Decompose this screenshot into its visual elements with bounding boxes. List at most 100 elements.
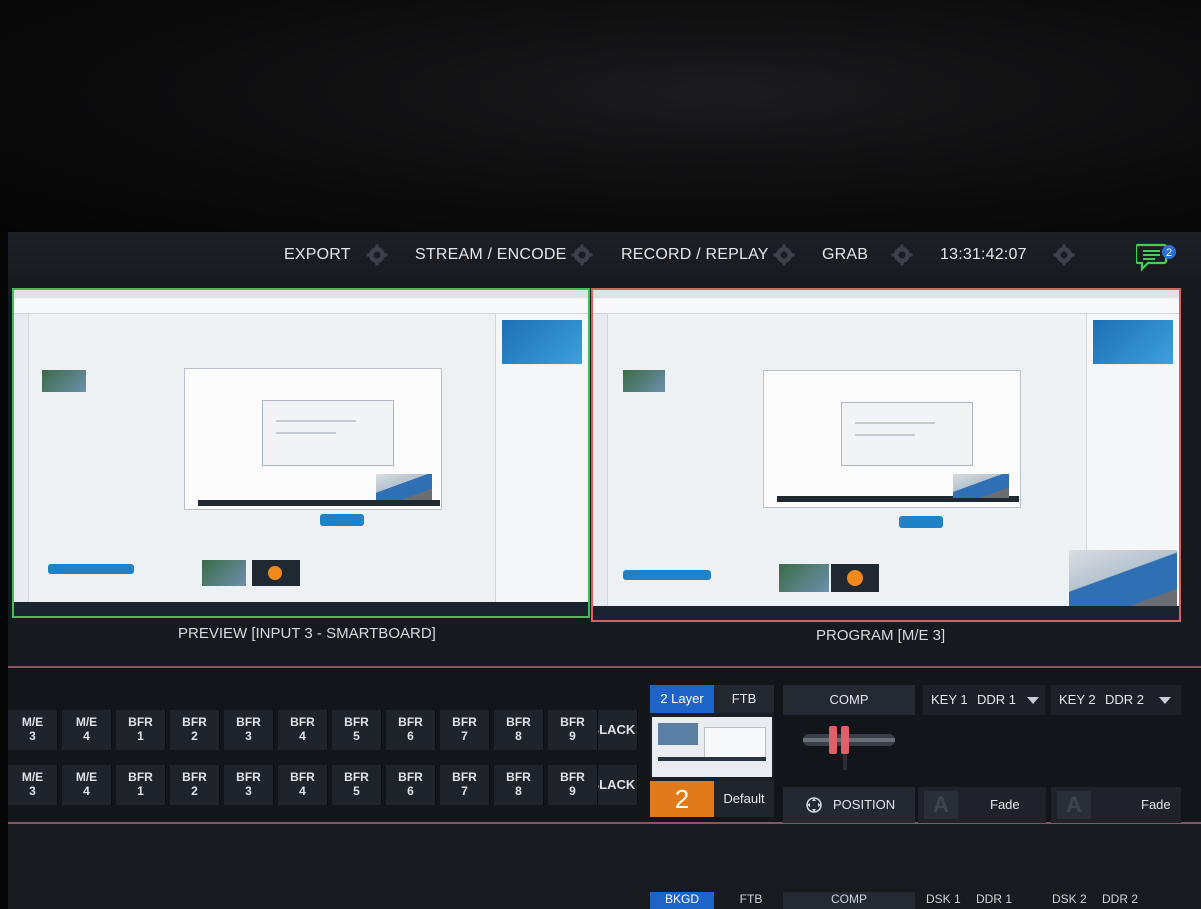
gear-icon[interactable] [772, 243, 796, 267]
source-button-bfr-1[interactable]: BFR 1 [116, 710, 166, 750]
menu-grab[interactable]: GRAB [822, 246, 868, 264]
tab-ftb[interactable]: FTB [714, 685, 774, 713]
source-button-bfr-3[interactable]: BFR 3 [224, 765, 274, 805]
key1-transition[interactable]: A Fade [918, 787, 1046, 823]
dsk2-label: DSK 2 [1052, 892, 1087, 906]
dsk1-source[interactable]: DDR 1 [976, 892, 1012, 909]
key2-transition[interactable]: A Fade [1051, 787, 1181, 823]
clock-timecode: 13:31:42:07 [940, 246, 1027, 263]
program-monitor[interactable] [591, 288, 1181, 622]
menu-record-replay[interactable]: RECORD / REPLAY [621, 246, 769, 264]
source-button-label: M/E [21, 715, 44, 729]
captured-windows-taskbar [14, 602, 588, 616]
memory-preset-default[interactable]: Default [714, 781, 774, 817]
source-button-number: 7 [461, 729, 468, 743]
captured-blue-button [320, 514, 364, 526]
source-button-label: BFR [128, 715, 153, 729]
source-button-bfr-9[interactable]: BFR 9 [548, 710, 598, 750]
tab-2-layer[interactable]: 2 Layer [650, 685, 714, 713]
source-button-bfr-3[interactable]: BFR 3 [224, 710, 274, 750]
source-button-me-4[interactable]: M/E 4 [62, 765, 112, 805]
source-button-label: BFR [560, 770, 585, 784]
source-button-bfr-7[interactable]: BFR 7 [440, 765, 490, 805]
source-button-bfr-1[interactable]: BFR 1 [116, 765, 166, 805]
position-button[interactable]: POSITION [783, 787, 915, 823]
source-button-number: 4 [83, 729, 90, 743]
source-button-me-4[interactable]: M/E 4 [62, 710, 112, 750]
source-button-label: M/E [75, 770, 98, 784]
tab-bkgd[interactable]: BKGD [650, 892, 714, 909]
source-button-number: 5 [353, 784, 360, 798]
source-button-label: BFR [452, 715, 477, 729]
source-button-bfr-4[interactable]: BFR 4 [278, 710, 328, 750]
key1-transition-label: Fade [990, 797, 1020, 812]
menu-export[interactable]: EXPORT [284, 246, 351, 264]
memory-number[interactable]: 2 [650, 781, 714, 817]
source-button-number: 3 [29, 784, 36, 798]
transition-tbar[interactable] [783, 720, 915, 770]
captured-thumbnail [779, 564, 829, 592]
source-button-bfr-8[interactable]: BFR 8 [494, 765, 544, 805]
source-button-number: 8 [515, 729, 522, 743]
source-button-label: BFR [398, 715, 423, 729]
source-button-label: BFR [236, 770, 261, 784]
thumb-window [704, 727, 766, 759]
tab-ftb[interactable]: FTB [726, 892, 776, 909]
key2-auto-button[interactable]: A [1057, 791, 1091, 819]
key2-header[interactable]: KEY 2 DDR 2 [1051, 685, 1181, 715]
source-button-label: BFR [344, 770, 369, 784]
source-button-bfr-8[interactable]: BFR 8 [494, 710, 544, 750]
captured-line [276, 420, 356, 422]
key1-header[interactable]: KEY 1 DDR 1 [923, 685, 1045, 715]
source-button-bfr-5[interactable]: BFR 5 [332, 710, 382, 750]
source-button-number: 4 [299, 729, 306, 743]
gear-icon[interactable] [365, 243, 389, 267]
chevron-down-icon[interactable] [1027, 697, 1039, 704]
dsk2-source[interactable]: DDR 2 [1102, 892, 1138, 909]
program-camera-overlay [1069, 550, 1177, 614]
gear-icon[interactable] [890, 243, 914, 267]
source-button-bfr-5[interactable]: BFR 5 [332, 765, 382, 805]
captured-address-bar [14, 299, 588, 314]
gear-icon[interactable] [1052, 243, 1076, 267]
source-button-bfr-7[interactable]: BFR 7 [440, 710, 490, 750]
preview-label: PREVIEW [INPUT 3 - SMARTBOARD] [178, 625, 436, 642]
gear-icon[interactable] [570, 243, 594, 267]
key1-auto-button[interactable]: A [924, 791, 958, 819]
source-button-label: BFR [452, 770, 477, 784]
comp-button[interactable]: COMP [783, 892, 915, 909]
source-button-number: 4 [299, 784, 306, 798]
source-button-me-3[interactable]: M/E 3 [8, 710, 58, 750]
source-button-bfr-6[interactable]: BFR 6 [386, 765, 436, 805]
source-button-bfr-2[interactable]: BFR 2 [170, 765, 220, 805]
chat-icon[interactable]: 2 [1136, 242, 1176, 272]
chevron-down-icon[interactable] [1159, 697, 1171, 704]
captured-thumbnail [202, 560, 246, 586]
source-button-label: BFR [560, 715, 585, 729]
source-button-me-3[interactable]: M/E 3 [8, 765, 58, 805]
me-memory-panel: 2 Layer FTB 2 Default [650, 685, 774, 817]
source-button-number: 3 [245, 729, 252, 743]
source-button-number: 2 [191, 729, 198, 743]
comp-button[interactable]: COMP [783, 685, 915, 715]
source-button-number: 2 [191, 784, 198, 798]
source-button-bfr-4[interactable]: BFR 4 [278, 765, 328, 805]
captured-line [855, 422, 935, 424]
preview-monitor[interactable] [12, 288, 590, 618]
source-button-bfr-9[interactable]: BFR 9 [548, 765, 598, 805]
source-button-number: 6 [407, 784, 414, 798]
captured-address-bar [593, 299, 1179, 314]
memory-thumbnail[interactable] [652, 717, 772, 777]
source-button-number: 3 [29, 729, 36, 743]
source-button-label: BFR [398, 770, 423, 784]
source-button-label: BFR [236, 715, 261, 729]
source-button-number: 1 [137, 784, 144, 798]
source-button-number: 1 [137, 729, 144, 743]
menu-stream-encode[interactable]: STREAM / ENCODE [415, 246, 566, 264]
key1-source[interactable]: DDR 1 [977, 685, 1016, 715]
lower-me-panel [8, 824, 1201, 909]
source-button-bfr-6[interactable]: BFR 6 [386, 710, 436, 750]
source-button-bfr-2[interactable]: BFR 2 [170, 710, 220, 750]
captured-line [855, 434, 915, 436]
key2-source[interactable]: DDR 2 [1105, 685, 1144, 715]
